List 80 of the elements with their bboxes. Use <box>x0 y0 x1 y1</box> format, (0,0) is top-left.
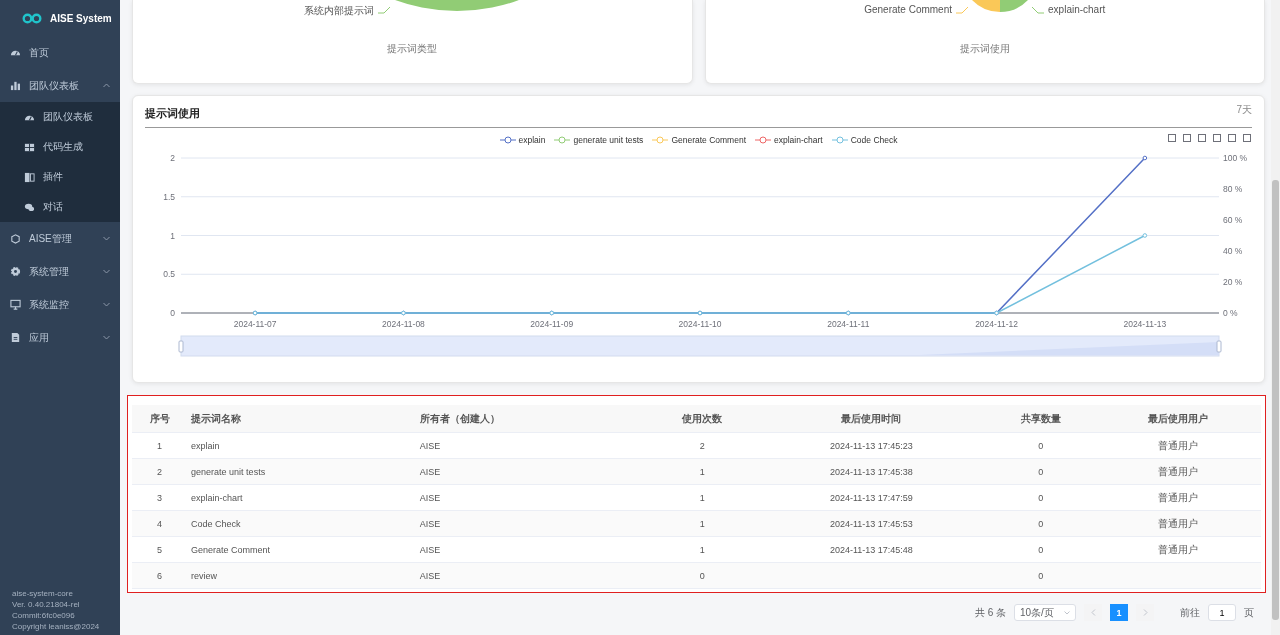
table-cell: AISE <box>415 458 648 485</box>
axis-label: 0 <box>170 308 175 318</box>
version-text: Copyright leaniss@2024 <box>12 622 101 631</box>
axis-label: 60 % <box>1223 215 1243 225</box>
table-cell: 5 <box>132 536 188 563</box>
table-cell: 2024-11-13 17:45:38 <box>757 458 986 485</box>
table-cell: explain-chart <box>187 484 416 511</box>
table-cell: AISE <box>415 562 648 589</box>
table-cell: 0 <box>985 484 1096 511</box>
table-cell: 6 <box>132 562 188 589</box>
table-cell: 2024-11-13 17:45:53 <box>757 510 986 537</box>
card-title: 提示词使用 <box>145 106 200 121</box>
table-cell: 3 <box>132 484 188 511</box>
table-cell: explain <box>187 432 416 459</box>
axis-label: 80 % <box>1223 184 1243 194</box>
table-cell: 普通用户 <box>1095 536 1261 563</box>
axis-label: 1 <box>170 230 175 241</box>
axis-label: 2 <box>170 153 175 163</box>
table-cell: 0 <box>985 510 1096 537</box>
table-cell: 普通用户 <box>1095 432 1261 459</box>
total-count: 共 6 条 <box>974 605 1006 620</box>
pie-label: Generate Comment <box>864 4 953 15</box>
axis-label: 2024-11-13 <box>1123 319 1167 329</box>
axis-label: 2024-11-08 <box>382 319 425 329</box>
table-cell: 2 <box>132 458 188 485</box>
table-cell: 1 <box>647 536 758 563</box>
version-text: Commit:6fc0e096 <box>12 611 76 620</box>
column-header: 提示词名称 <box>187 405 416 433</box>
table-cell: 普通用户 <box>1095 458 1261 485</box>
table-cell: review <box>187 562 416 589</box>
axis-label: 0.5 <box>163 269 175 280</box>
table-cell: 2 <box>647 432 758 459</box>
column-header: 所有者（创建人） <box>415 405 648 433</box>
table-cell: 0 <box>985 536 1096 563</box>
table-cell: AISE <box>415 432 648 459</box>
pie-label: explain-chart <box>1048 4 1106 15</box>
table-cell: 0 <box>647 562 758 589</box>
chart-caption: 提示词类型 <box>387 42 438 56</box>
axis-label: 0 % <box>1223 308 1238 318</box>
axis-label: 100 % <box>1223 153 1248 163</box>
column-header: 序号 <box>132 405 188 433</box>
table-cell: 1 <box>647 510 758 537</box>
app-title: AISE System <box>50 12 112 24</box>
table-cell: 普通用户 <box>1095 484 1261 511</box>
axis-label: 2024-11-09 <box>530 319 574 329</box>
axis-label: 40 % <box>1223 246 1243 256</box>
table-cell: 4 <box>132 510 188 537</box>
table-cell: 0 <box>985 432 1096 459</box>
table-cell: Code Check <box>187 510 416 537</box>
table-cell: 0 <box>985 562 1096 589</box>
column-header: 最后使用用户 <box>1095 405 1261 433</box>
version-text: aise-system-core <box>12 589 74 598</box>
goto-label: 前往 <box>1180 605 1200 620</box>
table-cell: 0 <box>985 458 1096 485</box>
axis-label: 20 % <box>1223 277 1243 287</box>
column-header: 使用次数 <box>647 405 758 433</box>
table-cell: 1 <box>647 458 758 485</box>
version-text: Ver. 0.40.21804-rel <box>12 600 81 609</box>
table-cell: AISE <box>415 484 648 511</box>
table-cell: 1 <box>132 432 188 459</box>
table-cell: 普通用户 <box>1095 510 1261 537</box>
table-cell: 2024-11-13 17:45:23 <box>757 432 986 459</box>
axis-label: 2024-11-10 <box>678 319 722 329</box>
page-suffix: 页 <box>1244 605 1254 620</box>
chart-caption: 提示词使用 <box>959 42 1010 56</box>
table-cell: generate unit tests <box>187 458 416 485</box>
column-header: 最后使用时间 <box>757 405 986 433</box>
axis-label: 2024-11-12 <box>975 319 1018 329</box>
pie-label: 系统内部提示词 <box>304 4 375 18</box>
table-cell: 2024-11-13 17:45:48 <box>757 536 986 563</box>
column-header: 共享数量 <box>985 405 1096 433</box>
axis-label: 2024-11-11 <box>827 319 870 329</box>
table-cell: 1 <box>647 484 758 511</box>
table-cell: AISE <box>415 510 648 537</box>
table-cell: Generate Comment <box>187 536 416 563</box>
axis-label: 2024-11-07 <box>233 319 277 329</box>
table-cell: 2024-11-13 17:47:59 <box>757 484 986 511</box>
axis-label: 1.5 <box>163 191 175 202</box>
range-label: 7天 <box>1236 102 1252 117</box>
table-cell: AISE <box>415 536 648 563</box>
